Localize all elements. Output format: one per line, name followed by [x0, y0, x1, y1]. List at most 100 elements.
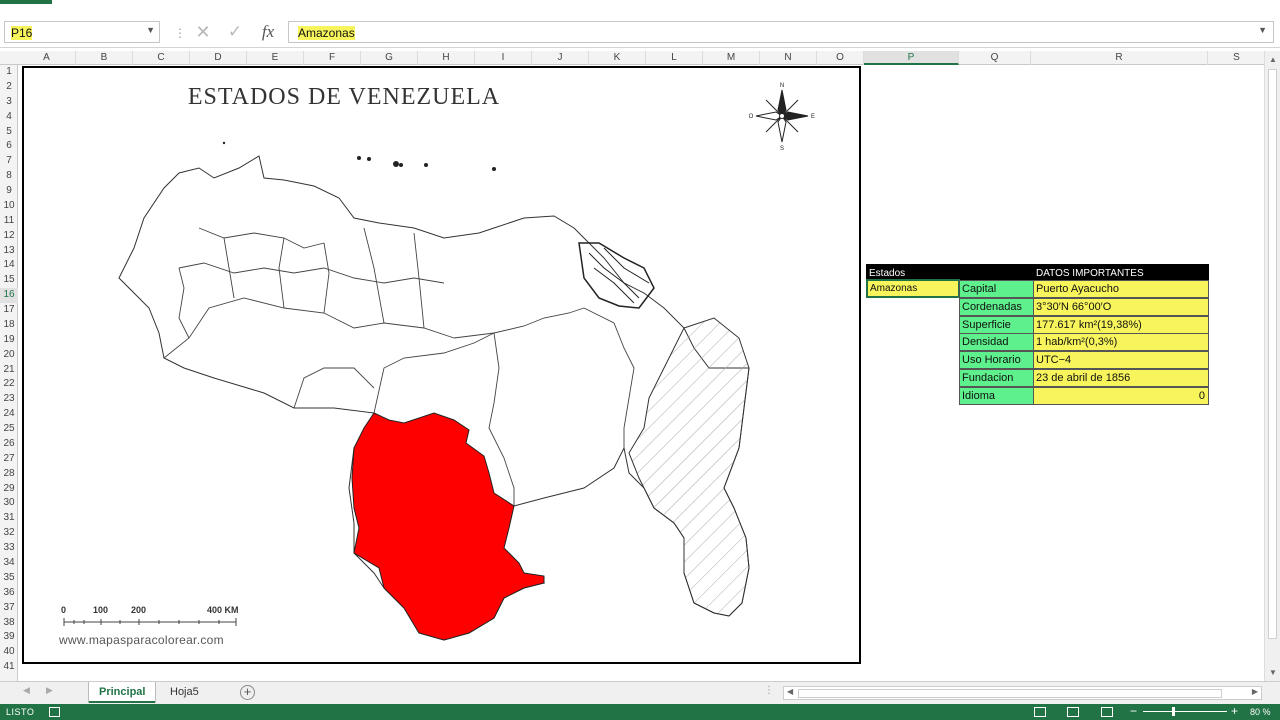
- formula-input[interactable]: Amazonas ▼: [288, 21, 1274, 43]
- column-header[interactable]: E: [247, 51, 304, 65]
- row-header[interactable]: 35: [0, 571, 18, 586]
- zoom-in-icon[interactable]: +: [1231, 704, 1238, 718]
- horizontal-scrollbar[interactable]: ◀ ▶: [783, 686, 1262, 700]
- table-value-cell[interactable]: 3°30′N 66°00′O: [1033, 297, 1209, 316]
- row-header[interactable]: 38: [0, 616, 18, 631]
- insert-function-icon[interactable]: fx: [256, 20, 280, 44]
- row-header[interactable]: 23: [0, 392, 18, 407]
- row-header[interactable]: 20: [0, 348, 18, 363]
- zoom-slider[interactable]: [1143, 711, 1227, 712]
- page-layout-icon[interactable]: [1067, 707, 1079, 717]
- column-header[interactable]: N: [760, 51, 817, 65]
- row-header[interactable]: 11: [0, 214, 18, 229]
- row-header[interactable]: 15: [0, 273, 18, 288]
- row-header[interactable]: 16: [0, 288, 18, 304]
- column-header[interactable]: O: [817, 51, 864, 65]
- row-header[interactable]: 18: [0, 318, 18, 333]
- page-break-icon[interactable]: [1101, 707, 1113, 717]
- column-header[interactable]: S: [1208, 51, 1264, 65]
- prev-sheet-icon[interactable]: ◀: [23, 685, 30, 696]
- row-header[interactable]: 33: [0, 541, 18, 556]
- row-header[interactable]: 10: [0, 199, 18, 214]
- normal-view-icon[interactable]: [1034, 707, 1046, 717]
- table-value-cell[interactable]: 177.617 km²(19,38%): [1033, 315, 1209, 334]
- state-select-cell[interactable]: Amazonas: [866, 279, 960, 298]
- row-header[interactable]: 37: [0, 601, 18, 616]
- tab-hoja5[interactable]: Hoja5: [160, 682, 209, 703]
- row-header[interactable]: 17: [0, 303, 18, 318]
- column-header[interactable]: P: [864, 51, 959, 65]
- chevron-down-icon[interactable]: ▼: [146, 25, 155, 35]
- row-header[interactable]: 19: [0, 333, 18, 348]
- row-header[interactable]: 25: [0, 422, 18, 437]
- row-header[interactable]: 14: [0, 258, 18, 273]
- scroll-left-icon[interactable]: ◀: [787, 687, 793, 696]
- row-header[interactable]: 34: [0, 556, 18, 571]
- table-label-cell[interactable]: Idioma: [959, 386, 1034, 405]
- row-header[interactable]: 29: [0, 482, 18, 497]
- column-header[interactable]: K: [589, 51, 646, 65]
- scroll-thumb[interactable]: [1268, 69, 1277, 639]
- row-header[interactable]: 31: [0, 511, 18, 526]
- table-label-cell[interactable]: Fundacion: [959, 369, 1034, 387]
- row-header[interactable]: 3: [0, 95, 18, 110]
- row-header[interactable]: 41: [0, 660, 18, 675]
- row-header[interactable]: 5: [0, 125, 18, 140]
- row-header[interactable]: 36: [0, 586, 18, 601]
- row-header[interactable]: 7: [0, 154, 18, 169]
- column-header[interactable]: I: [475, 51, 532, 65]
- row-header[interactable]: 13: [0, 244, 18, 259]
- zoom-slider-thumb[interactable]: [1172, 707, 1175, 716]
- table-label-cell[interactable]: Cordenadas: [959, 297, 1034, 316]
- splitter-handle[interactable]: ⋮: [174, 26, 186, 40]
- zoom-out-icon[interactable]: −: [1130, 704, 1137, 718]
- table-label-cell[interactable]: Superficie: [959, 315, 1034, 334]
- column-header[interactable]: G: [361, 51, 418, 65]
- table-value-cell[interactable]: 0: [1033, 386, 1209, 405]
- table-label-cell[interactable]: Capital: [959, 280, 1034, 298]
- row-header[interactable]: 30: [0, 496, 18, 511]
- row-header[interactable]: 21: [0, 363, 18, 378]
- row-header[interactable]: 32: [0, 526, 18, 541]
- row-header[interactable]: 12: [0, 229, 18, 244]
- zoom-level[interactable]: 80 %: [1250, 707, 1271, 717]
- cancel-icon[interactable]: ✕: [192, 20, 214, 44]
- row-header[interactable]: 22: [0, 377, 18, 392]
- column-header[interactable]: L: [646, 51, 703, 65]
- column-header[interactable]: R: [1031, 51, 1208, 65]
- worksheet-grid[interactable]: ABCDEFGHIJKLMNOPQRS 1 2 3 4 5 6 7 8 9 10 11 12 13 14 1…: [0, 51, 1264, 681]
- column-header[interactable]: H: [418, 51, 475, 65]
- macro-record-icon[interactable]: [49, 707, 60, 717]
- tabs-splitter[interactable]: ⋮: [764, 685, 774, 696]
- row-header[interactable]: 28: [0, 467, 18, 482]
- row-header[interactable]: 6: [0, 139, 18, 154]
- vertical-scrollbar[interactable]: ▲ ▼: [1264, 51, 1280, 681]
- column-header[interactable]: A: [18, 51, 76, 65]
- expand-formula-icon[interactable]: ▼: [1258, 25, 1267, 35]
- row-header[interactable]: 4: [0, 110, 18, 125]
- next-sheet-icon[interactable]: ▶: [46, 685, 53, 696]
- scroll-up-icon[interactable]: ▲: [1269, 55, 1277, 64]
- column-header[interactable]: M: [703, 51, 760, 65]
- tab-principal[interactable]: Principal: [89, 682, 156, 703]
- column-header[interactable]: D: [190, 51, 247, 65]
- row-header[interactable]: 1: [0, 65, 18, 80]
- row-header[interactable]: 40: [0, 645, 18, 660]
- column-header[interactable]: Q: [959, 51, 1031, 65]
- add-sheet-icon[interactable]: +: [240, 685, 255, 700]
- map-image[interactable]: N S E O ESTADOS DE VENEZUELA 0 100 200 4…: [22, 66, 861, 664]
- table-label-cell[interactable]: Densidad: [959, 333, 1034, 352]
- scroll-right-icon[interactable]: ▶: [1252, 687, 1258, 696]
- row-header[interactable]: 26: [0, 437, 18, 452]
- table-value-cell[interactable]: 1 hab/km²(0,3%): [1033, 333, 1209, 352]
- row-header[interactable]: 39: [0, 630, 18, 645]
- row-header[interactable]: 2: [0, 80, 18, 95]
- row-header[interactable]: 24: [0, 407, 18, 422]
- scroll-down-icon[interactable]: ▼: [1269, 668, 1277, 677]
- column-header[interactable]: F: [304, 51, 361, 65]
- cells-area[interactable]: N S E O ESTADOS DE VENEZUELA 0 100 200 4…: [18, 65, 1264, 681]
- check-icon[interactable]: ✓: [224, 20, 246, 44]
- row-header[interactable]: 9: [0, 184, 18, 199]
- table-value-cell[interactable]: Puerto Ayacucho: [1033, 280, 1209, 298]
- table-value-cell[interactable]: 23 de abril de 1856: [1033, 369, 1209, 387]
